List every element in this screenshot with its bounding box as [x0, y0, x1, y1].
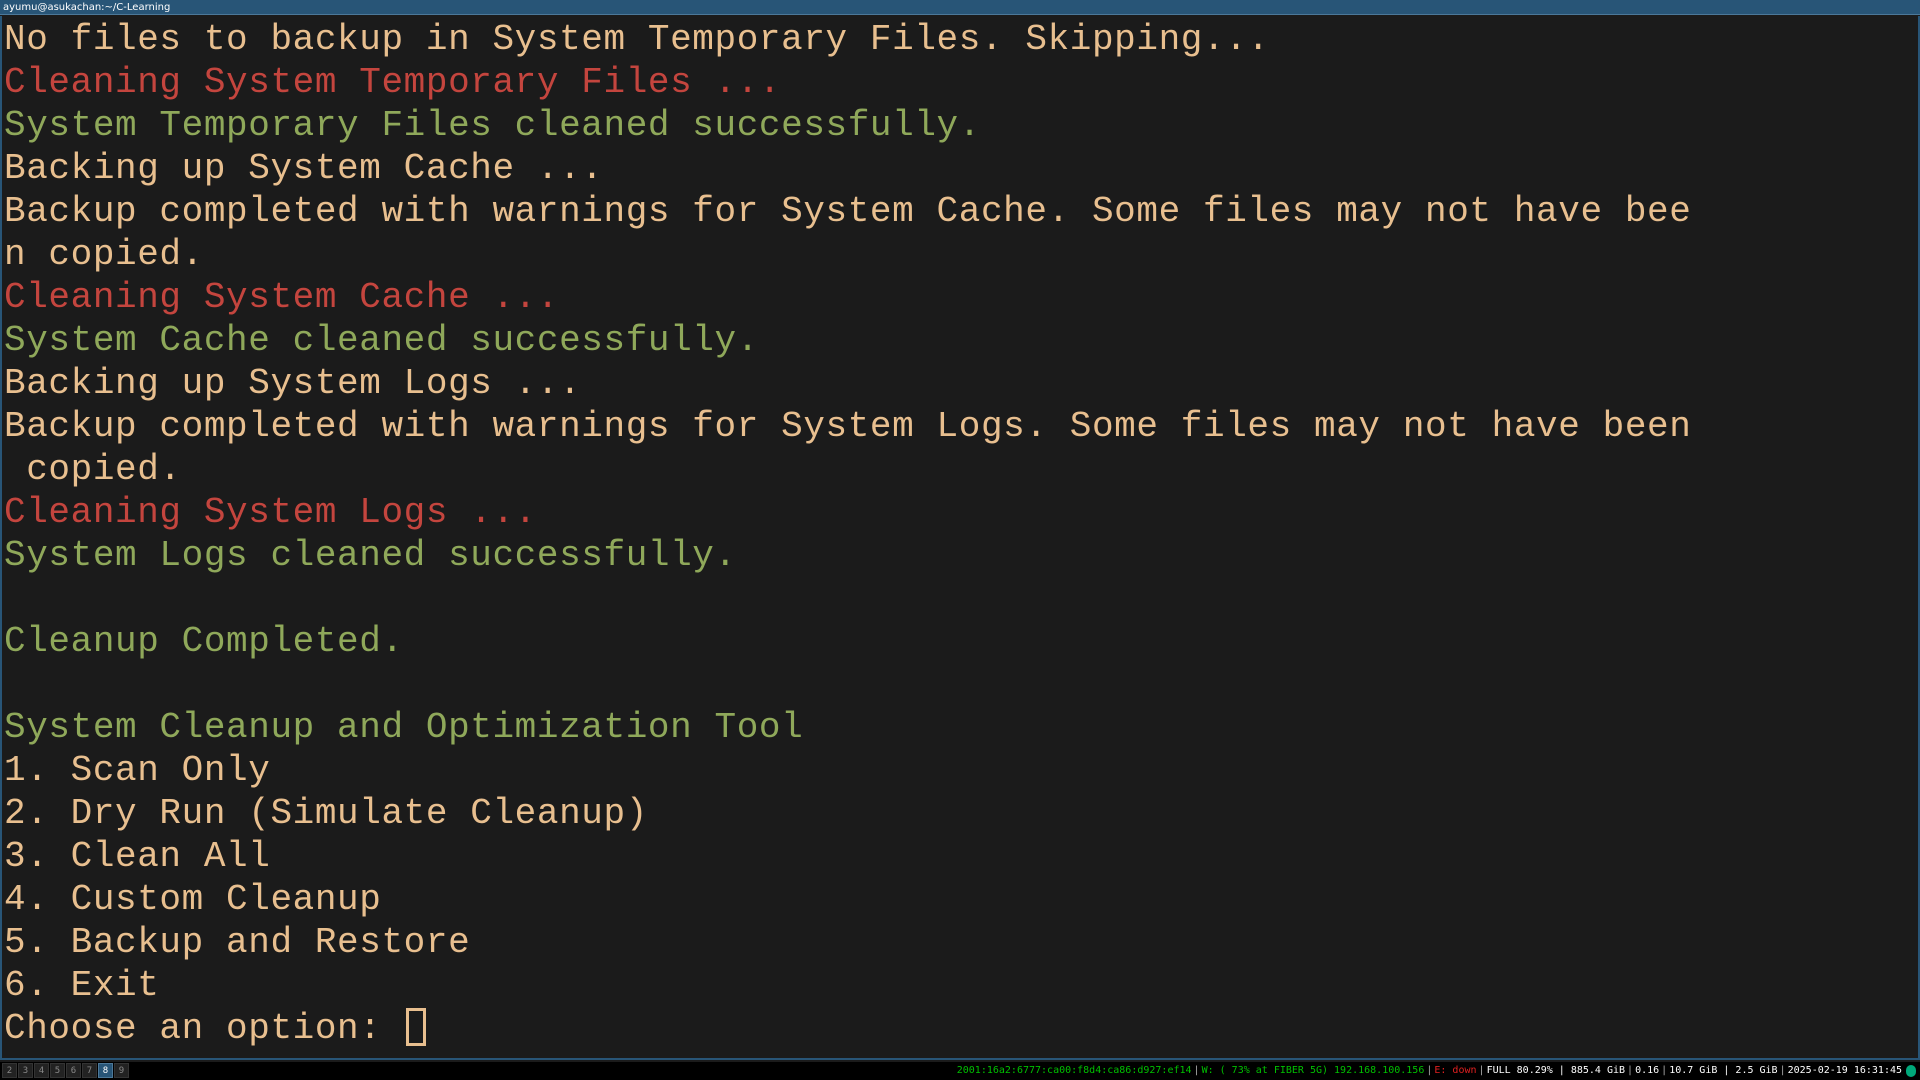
status-info: 2001:16a2:6777:ca00:f8d4:ca86:d927:ef14 …	[957, 1062, 1916, 1080]
terminal-line: Backing up System Logs ...	[4, 363, 582, 404]
workspace-button[interactable]: 4	[34, 1063, 49, 1078]
menu-option-exit: 6. Exit	[4, 965, 160, 1006]
separator: |	[1193, 1065, 1200, 1076]
cpu-load: 0.16	[1635, 1065, 1660, 1076]
memory-usage: 10.7 GiB | 2.5 GiB	[1669, 1065, 1778, 1076]
datetime: 2025-02-19 16:31:45	[1787, 1065, 1902, 1076]
separator: |	[1779, 1065, 1786, 1076]
menu-option-scan-only: 1. Scan Only	[4, 750, 271, 791]
terminal-line: Backing up System Cache ...	[4, 148, 604, 189]
workspace-button[interactable]: 3	[18, 1063, 33, 1078]
ethernet-status: E: down	[1434, 1065, 1477, 1076]
tray-icon[interactable]	[1906, 1065, 1916, 1077]
terminal-line: Cleaning System Logs ...	[4, 492, 537, 533]
workspace-button[interactable]: 8	[98, 1063, 113, 1078]
workspace-button[interactable]: 2	[2, 1063, 17, 1078]
terminal-line: Cleaning System Cache ...	[4, 277, 560, 318]
workspace-switcher: 2 3 4 5 6 7 8 9	[2, 1063, 129, 1078]
text-cursor[interactable]	[405, 1008, 426, 1046]
window-title: ayumu@asukachan:~/C-Learning	[3, 2, 171, 13]
menu-option-clean-all: 3. Clean All	[4, 836, 271, 877]
terminal-line: copied.	[4, 449, 182, 490]
workspace-button[interactable]: 9	[114, 1063, 129, 1078]
status-bar: 2 3 4 5 6 7 8 9 2001:16a2:6777:ca00:f8d4…	[0, 1062, 1920, 1080]
terminal-line: System Cache cleaned successfully.	[4, 320, 759, 361]
separator: |	[1661, 1065, 1668, 1076]
menu-option-custom-cleanup: 4. Custom Cleanup	[4, 879, 382, 920]
workspace-button[interactable]: 5	[50, 1063, 65, 1078]
terminal-line: System Temporary Files cleaned successfu…	[4, 105, 981, 146]
menu-option-backup-restore: 5. Backup and Restore	[4, 922, 471, 963]
terminal-line: No files to backup in System Temporary F…	[4, 19, 1270, 60]
workspace-button[interactable]: 6	[66, 1063, 81, 1078]
terminal-window[interactable]: No files to backup in System Temporary F…	[0, 16, 1920, 1060]
terminal-line: n copied.	[4, 234, 204, 275]
menu-option-dry-run: 2. Dry Run (Simulate Cleanup)	[4, 793, 648, 834]
terminal-line: Backup completed with warnings for Syste…	[4, 191, 1692, 232]
workspace-button[interactable]: 7	[82, 1063, 97, 1078]
terminal-line: Cleanup Completed.	[4, 621, 404, 662]
terminal-output: No files to backup in System Temporary F…	[4, 18, 1691, 1050]
terminal-line: System Logs cleaned successfully.	[4, 535, 737, 576]
terminal-line: Cleaning System Temporary Files ...	[4, 62, 782, 103]
wireless-status: W: ( 73% at FIBER 5G) 192.168.100.156	[1201, 1065, 1425, 1076]
separator: |	[1478, 1065, 1485, 1076]
ipv6-address: 2001:16a2:6777:ca00:f8d4:ca86:d927:ef14	[956, 1065, 1192, 1076]
separator: |	[1627, 1065, 1634, 1076]
terminal-line: System Cleanup and Optimization Tool	[4, 707, 804, 748]
disk-usage: FULL 80.29% | 885.4 GiB	[1486, 1065, 1626, 1076]
separator: |	[1426, 1065, 1433, 1076]
terminal-line: Backup completed with warnings for Syste…	[4, 406, 1692, 447]
prompt-line[interactable]: Choose an option:	[4, 1007, 1691, 1050]
window-title-bar[interactable]: ayumu@asukachan:~/C-Learning	[0, 0, 1920, 15]
prompt-text: Choose an option:	[4, 1008, 404, 1049]
